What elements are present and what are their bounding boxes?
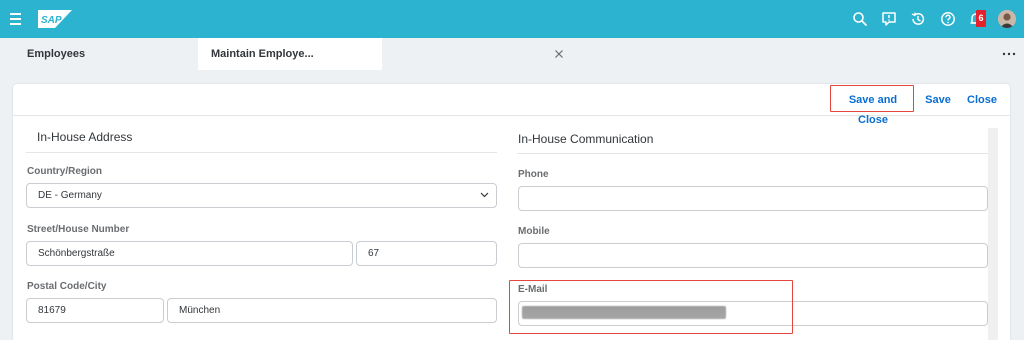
shell-bar: SAP 6 [0,0,1024,38]
scrollbar[interactable] [988,128,998,340]
tab-maintain-employee[interactable]: Maintain Employe... [198,38,563,70]
email-highlight [509,280,793,334]
sap-logo-text: SAP [41,15,62,26]
close-button[interactable]: Close [967,90,997,110]
save-button[interactable]: Save [924,90,952,110]
close-icon[interactable] [554,49,564,59]
mobile-input[interactable] [518,243,988,268]
avatar[interactable] [998,10,1016,28]
tab-employees[interactable]: Employees [0,38,198,70]
postal-city-label: Postal Code/City [27,281,107,292]
house-number-input[interactable]: 67 [356,241,497,266]
avatar-image [998,10,1016,28]
phone-label: Phone [518,169,549,180]
mobile-label: Mobile [518,226,550,237]
feedback-icon[interactable] [881,11,897,27]
postal-code-input[interactable]: 81679 [26,298,164,323]
phone-input[interactable] [518,186,988,211]
postal-code-value: 81679 [38,305,66,316]
country-select[interactable]: DE - Germany [26,183,497,208]
history-icon[interactable] [910,11,926,27]
address-section-divider [26,152,497,153]
communication-section-divider [517,153,988,154]
search-icon[interactable] [852,11,868,27]
house-number-value: 67 [368,248,380,259]
city-input[interactable]: München [167,298,497,323]
street-label: Street/House Number [27,224,130,235]
tab-bar: Employees Maintain Employe... [0,38,1024,70]
tab-maintain-employee-label: Maintain Employe... [211,48,314,60]
street-input[interactable]: Schönbergstraße [26,241,353,266]
address-section-title: In-House Address [37,130,133,144]
menu-icon[interactable] [10,13,21,25]
street-value: Schönbergstraße [38,248,115,259]
chevron-down-icon[interactable] [480,192,489,198]
country-label: Country/Region [27,166,102,177]
city-value: München [179,305,221,316]
save-and-close-highlight [830,85,914,112]
sap-logo[interactable]: SAP [38,10,72,28]
help-icon[interactable] [940,11,956,27]
communication-section-title: In-House Communication [518,132,654,146]
notification-count-badge: 6 [976,10,986,27]
country-value: DE - Germany [38,190,102,201]
more-options-icon[interactable] [1002,52,1016,56]
